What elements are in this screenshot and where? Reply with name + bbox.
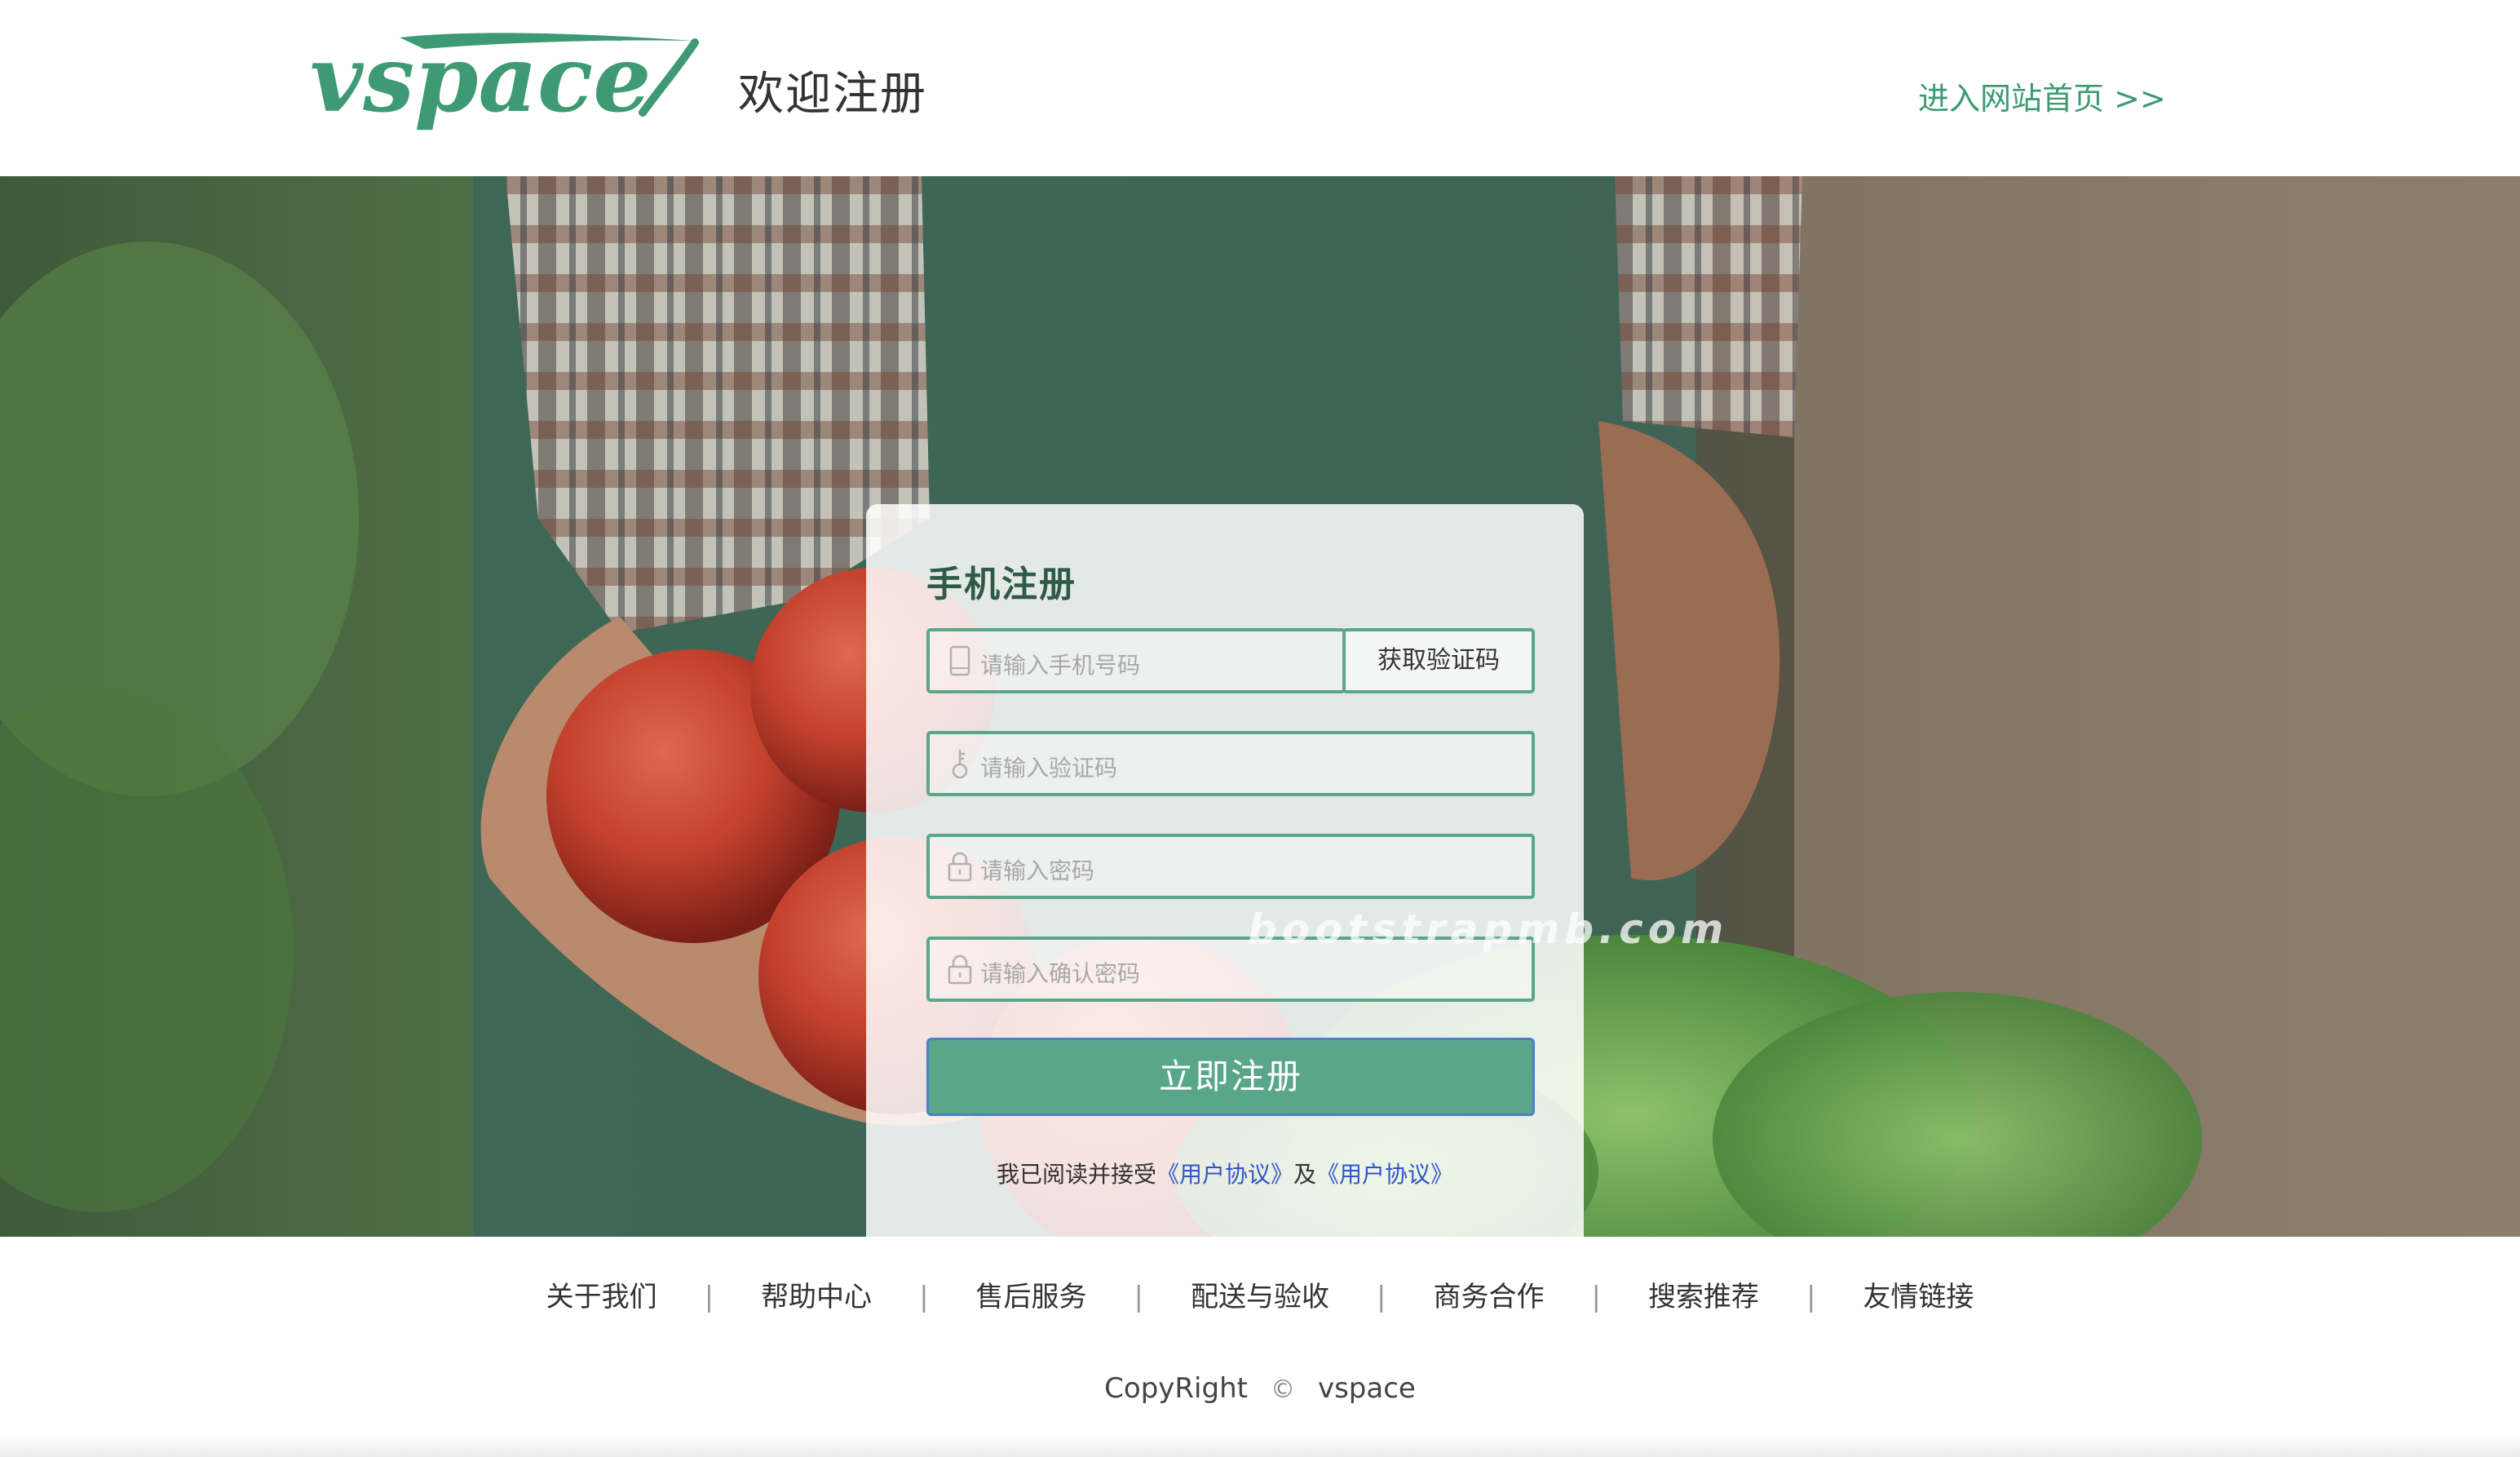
agreement-text: 我已阅读并接受《用户协议》及《用户协议》 <box>866 1157 1584 1189</box>
footer-separator: | <box>1591 1281 1601 1313</box>
code-input[interactable]: 请输入验证码 <box>926 731 1535 796</box>
agreement-prefix: 我已阅读并接受 <box>996 1161 1156 1188</box>
phone-placeholder: 请输入手机号码 <box>980 652 1141 679</box>
copyright-owner: vspace <box>1317 1372 1416 1405</box>
footer-link-friends[interactable]: 友情链接 <box>1863 1274 1974 1314</box>
confirm-placeholder: 请输入确认密码 <box>980 960 1141 987</box>
footer-link-delivery[interactable]: 配送与验收 <box>1191 1274 1329 1314</box>
register-button[interactable]: 立即注册 <box>926 1038 1535 1116</box>
bottom-shade <box>0 1433 2520 1457</box>
footer-link-after-sales[interactable]: 售后服务 <box>976 1274 1087 1314</box>
page-heading: 欢迎注册 <box>738 68 927 121</box>
key-icon <box>952 750 968 779</box>
footer-separator: | <box>1134 1281 1143 1313</box>
code-placeholder: 请输入验证码 <box>980 755 1118 782</box>
footer-nav: 关于我们 | 帮助中心 | 售后服务 | 配送与验收 | 商务合作 | 搜索推荐 | 友情链接 <box>0 1274 2520 1314</box>
user-agreement-link[interactable]: 《用户协议》 <box>1156 1161 1293 1188</box>
user-agreement-link-2[interactable]: 《用户协议》 <box>1316 1161 1453 1188</box>
footer-link-about[interactable]: 关于我们 <box>546 1274 657 1314</box>
hero-background: 手机注册 请输入手机号码 获取验证码 请输入验证码 请输入密码 请输入确认密码 … <box>0 176 2520 1237</box>
logo-text: vspace <box>310 31 651 133</box>
watermark: bootstrapmb.com <box>1248 906 1728 953</box>
footer-separator: | <box>704 1281 714 1313</box>
watermark-text: bootstrapmb.com <box>1248 906 1728 953</box>
site-footer: 关于我们 | 帮助中心 | 售后服务 | 配送与验收 | 商务合作 | 搜索推荐 | 友情链接 Copy… <box>0 1237 2520 1457</box>
footer-link-business[interactable]: 商务合作 <box>1433 1274 1544 1314</box>
phone-input[interactable]: 请输入手机号码 <box>926 628 1346 693</box>
lock-icon <box>948 852 972 882</box>
mobile-phone-icon <box>949 645 970 676</box>
agreement-middle: 及 <box>1293 1161 1317 1188</box>
password-input[interactable]: 请输入密码 <box>926 834 1535 899</box>
copyright: CopyRight © vspace <box>0 1372 2520 1405</box>
footer-link-help[interactable]: 帮助中心 <box>761 1274 872 1314</box>
password-placeholder: 请输入密码 <box>980 857 1095 884</box>
footer-separator: | <box>1806 1281 1816 1313</box>
footer-separator: | <box>919 1281 929 1313</box>
vspace-logo[interactable]: vspace <box>310 31 701 137</box>
site-header: vspace 欢迎注册 进入网站首页 >> <box>0 0 2520 176</box>
copyright-icon: © <box>1270 1375 1295 1404</box>
lock-icon <box>948 954 972 985</box>
register-card: 手机注册 请输入手机号码 获取验证码 请输入验证码 请输入密码 请输入确认密码 … <box>866 504 1584 1237</box>
footer-link-search[interactable]: 搜索推荐 <box>1648 1274 1759 1314</box>
footer-separator: | <box>1377 1281 1386 1313</box>
home-link[interactable]: 进入网站首页 >> <box>1918 73 2166 118</box>
get-code-button[interactable]: 获取验证码 <box>1342 628 1535 693</box>
form-title: 手机注册 <box>926 564 1077 605</box>
copyright-label: CopyRight <box>1104 1372 1248 1405</box>
